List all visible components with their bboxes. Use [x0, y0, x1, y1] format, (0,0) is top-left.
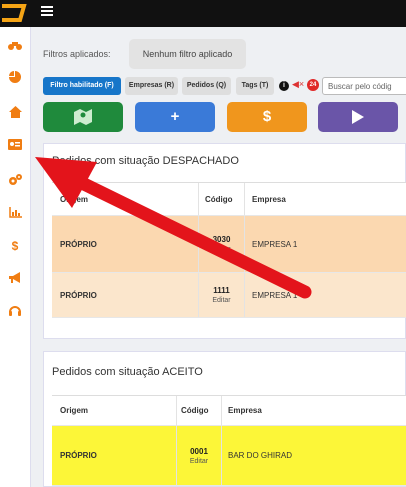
orders-filter-chip[interactable]: Pedidos (Q)	[182, 77, 231, 95]
order-company: EMPRESA 1	[252, 239, 298, 249]
play-icon	[352, 110, 364, 124]
order-company: BAR DO GHIRAD	[228, 451, 293, 460]
search-input[interactable]	[322, 77, 406, 95]
map-button[interactable]	[43, 102, 123, 132]
order-code: 1111	[213, 286, 230, 295]
dispatched-orders-table: Origem Código Empresa PRÓPRIO 3030 Edita…	[52, 182, 406, 318]
edit-link[interactable]: Editar	[212, 246, 230, 253]
top-bar	[0, 0, 406, 27]
motorcycle-icon[interactable]	[7, 39, 23, 53]
order-origin: PRÓPRIO	[60, 290, 97, 300]
bar-chart-icon[interactable]	[7, 207, 23, 221]
tags-filter-chip[interactable]: Tags (T)	[236, 77, 274, 95]
gears-icon[interactable]	[7, 174, 23, 188]
order-code: 0001	[190, 446, 208, 456]
order-code-cell: 0001 Editar	[177, 426, 221, 485]
accepted-orders-card: Pedidos com situação ACEITO Origem Códig…	[43, 351, 406, 487]
logo-icon[interactable]	[0, 2, 28, 24]
column-header-codigo: Código	[205, 194, 233, 204]
payments-button[interactable]: $	[227, 102, 307, 132]
edit-link[interactable]: Editar	[190, 458, 208, 465]
menu-toggle-icon[interactable]	[41, 6, 53, 18]
order-origin: PRÓPRIO	[60, 451, 97, 460]
dollar-icon[interactable]: $	[7, 239, 23, 253]
order-origin: PRÓPRIO	[60, 239, 97, 249]
sound-off-icon[interactable]: ◀×	[292, 79, 304, 90]
megaphone-icon[interactable]	[7, 272, 23, 286]
column-header-empresa: Empresa	[228, 406, 262, 415]
order-code-cell: 3030 Editar	[199, 216, 244, 272]
accepted-orders-title: Pedidos com situação ACEITO	[52, 366, 203, 378]
table-row[interactable]: PRÓPRIO 1111 Editar EMPRESA 1	[52, 273, 406, 318]
headset-icon[interactable]	[7, 305, 23, 319]
add-order-button[interactable]: +	[135, 102, 215, 132]
map-icon	[74, 109, 92, 125]
info-icon[interactable]: i	[279, 81, 289, 91]
order-code: 3030	[212, 235, 231, 244]
filters-label: Filtros aplicados:	[43, 49, 111, 59]
id-card-icon[interactable]	[7, 139, 23, 153]
order-code-cell: 1111 Editar	[199, 273, 244, 317]
accepted-orders-table: Origem Código Empresa PRÓPRIO 0001 Edita…	[52, 395, 406, 486]
companies-filter-chip[interactable]: Empresas (R)	[125, 77, 178, 95]
filter-enabled-chip[interactable]: Filtro habilitado (F)	[43, 77, 121, 95]
table-header-row: Origem Código Empresa	[52, 396, 406, 426]
table-header-row: Origem Código Empresa	[52, 183, 406, 216]
sidebar: $	[0, 27, 31, 487]
edit-link[interactable]: Editar	[212, 297, 230, 304]
column-header-codigo: Código	[181, 406, 209, 415]
dispatched-orders-card: Pedidos com situação DESPACHADO Origem C…	[43, 143, 406, 339]
table-row[interactable]: PRÓPRIO 0001 Editar BAR DO GHIRAD	[52, 426, 406, 486]
column-header-origem: Origem	[60, 194, 89, 204]
pie-chart-icon[interactable]	[7, 71, 23, 85]
table-row[interactable]: PRÓPRIO 3030 Editar EMPRESA 1	[52, 216, 406, 273]
applied-filters-badge: Nenhum filtro aplicado	[129, 39, 246, 69]
alert-count-icon[interactable]: 24	[307, 79, 319, 91]
main-content: Filtros aplicados: Nenhum filtro aplicad…	[31, 27, 406, 487]
home-icon[interactable]	[7, 106, 23, 120]
dispatched-orders-title: Pedidos com situação DESPACHADO	[52, 155, 239, 167]
play-button[interactable]	[318, 102, 398, 132]
column-header-origem: Origem	[60, 406, 89, 415]
order-company: EMPRESA 1	[252, 290, 298, 300]
column-header-empresa: Empresa	[252, 194, 286, 204]
